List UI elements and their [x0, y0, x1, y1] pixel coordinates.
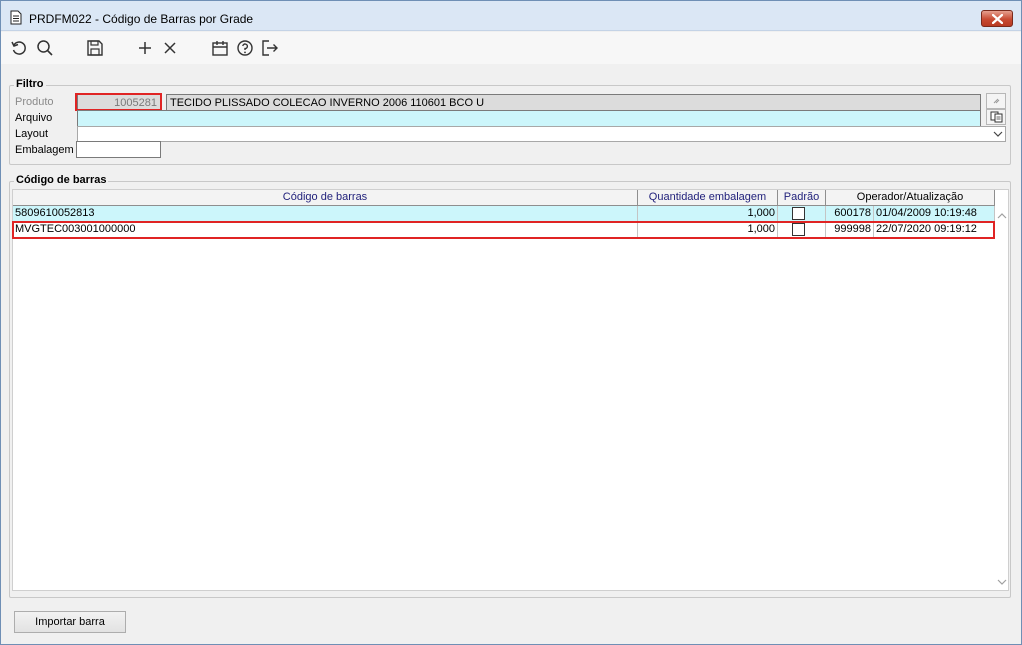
scroll-down-icon[interactable]	[997, 578, 1007, 586]
title-bar: PRDFM022 - Código de Barras por Grade	[1, 1, 1021, 31]
toolbar	[1, 32, 1021, 64]
search-icon	[37, 40, 53, 56]
barcode-grid: Código de barras Quantidade embalagem Pa…	[12, 189, 1009, 591]
chevron-down-icon	[993, 131, 1003, 137]
save-button[interactable]	[86, 39, 106, 59]
produto-label: Produto	[15, 96, 54, 108]
save-icon	[87, 40, 103, 56]
cell-codigo[interactable]: 5809610052813	[13, 206, 638, 222]
row-highlight	[12, 221, 995, 239]
arquivo-browse-button[interactable]	[986, 109, 1006, 125]
layout-select[interactable]	[77, 126, 1006, 142]
help-button[interactable]	[236, 39, 256, 59]
lookup-icon	[993, 98, 1000, 104]
embalagem-input[interactable]	[76, 141, 161, 158]
arquivo-label: Arquivo	[15, 112, 53, 124]
exit-button[interactable]	[261, 39, 281, 59]
import-barcode-button[interactable]: Importar barra	[14, 611, 126, 633]
cell-padrao[interactable]	[778, 206, 826, 222]
produto-lookup-button[interactable]	[986, 93, 1006, 109]
add-button[interactable]	[136, 39, 156, 59]
produto-description-field	[166, 94, 981, 111]
calendar-icon	[212, 41, 228, 56]
help-icon	[237, 40, 253, 56]
embalagem-label: Embalagem	[15, 144, 74, 156]
search-button[interactable]	[36, 39, 56, 59]
calendar-button[interactable]	[211, 39, 231, 59]
close-button[interactable]	[981, 10, 1013, 27]
column-header-codigo[interactable]: Código de barras	[13, 190, 638, 206]
add-icon	[139, 42, 151, 54]
exit-icon	[262, 40, 278, 56]
close-icon	[992, 14, 1003, 24]
barcode-legend: Código de barras	[14, 174, 109, 186]
column-header-operador[interactable]: Operador/Atualização	[826, 190, 995, 206]
column-header-quantidade[interactable]: Quantidade embalagem	[638, 190, 778, 206]
app-window: PRDFM022 - Código de Barras por Grade Fi…	[0, 0, 1022, 645]
layout-label: Layout	[15, 128, 49, 140]
undo-icon	[11, 41, 26, 55]
scroll-up-icon[interactable]	[997, 212, 1007, 220]
delete-icon	[164, 42, 176, 54]
cell-atualizacao[interactable]: 01/04/2009 10:19:48	[874, 206, 995, 222]
delete-button[interactable]	[161, 39, 181, 59]
padrao-checkbox[interactable]	[792, 207, 805, 220]
file-browse-icon	[990, 111, 1003, 123]
cell-operador[interactable]: 600178	[826, 206, 874, 222]
produto-code-highlight	[75, 93, 162, 111]
undo-button[interactable]	[10, 39, 30, 59]
filtro-legend: Filtro	[14, 78, 46, 90]
arquivo-input[interactable]	[77, 110, 981, 127]
vertical-scrollbar[interactable]	[995, 206, 1009, 591]
window-title: PRDFM022 - Código de Barras por Grade	[29, 12, 254, 26]
document-icon	[10, 10, 22, 25]
column-header-padrao[interactable]: Padrão	[778, 190, 826, 206]
cell-quantidade[interactable]: 1,000	[638, 206, 778, 222]
